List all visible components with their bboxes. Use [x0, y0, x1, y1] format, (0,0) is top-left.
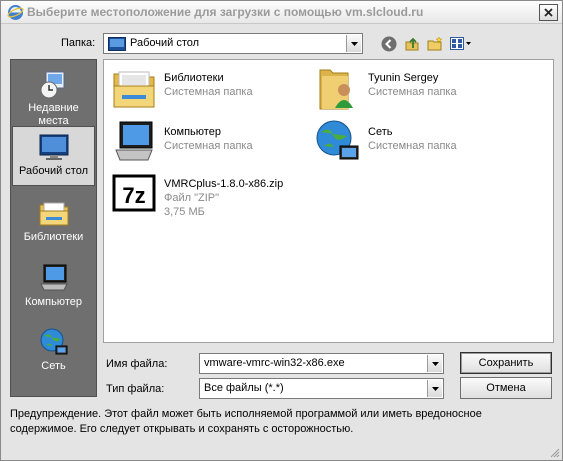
- new-folder-icon: [427, 36, 443, 51]
- file-name: Сеть: [368, 126, 393, 138]
- chevron-down-icon: [431, 361, 439, 366]
- chevron-down-icon: [350, 41, 358, 46]
- place-libraries[interactable]: Библиотеки: [12, 193, 95, 253]
- list-item[interactable]: Библиотеки Системная папка: [106, 64, 306, 112]
- list-item[interactable]: Компьютер Системная папка: [106, 118, 306, 166]
- filetype-label: Тип файла:: [106, 383, 165, 395]
- place-computer[interactable]: Компьютер: [12, 258, 95, 318]
- place-label: Недавние места: [28, 102, 79, 127]
- network-icon: [40, 328, 67, 355]
- place-label: Компьютер: [25, 296, 82, 308]
- archive-icon-text: 7z: [122, 183, 145, 208]
- file-type: Системная папка: [164, 140, 253, 152]
- computer-icon: [115, 121, 153, 161]
- view-menu-button[interactable]: [448, 34, 474, 54]
- file-type: Системная папка: [368, 86, 457, 98]
- close-icon: [544, 8, 553, 17]
- location-dropdown-button[interactable]: [346, 35, 361, 52]
- filename-value: vmware-vmrc-win32-x86.exe: [204, 357, 345, 369]
- back-button[interactable]: [379, 34, 399, 54]
- place-network[interactable]: Сеть: [12, 322, 95, 382]
- file-type: Системная папка: [164, 86, 253, 98]
- file-size: 3,75 МБ: [164, 206, 205, 218]
- recent-places-icon: [40, 71, 64, 99]
- file-name: VMRCplus-1.8.0-x86.zip: [164, 178, 284, 190]
- filename-label: Имя файла:: [106, 358, 168, 370]
- resize-grip-icon[interactable]: [549, 447, 560, 458]
- list-item[interactable]: Сеть Системная папка: [310, 118, 510, 166]
- internet-explorer-icon: [7, 5, 24, 20]
- cancel-button[interactable]: Отмена: [460, 377, 552, 399]
- libraries-icon: [39, 202, 68, 226]
- save-file-dialog: Выберите местоположение для загрузки с п…: [0, 0, 563, 461]
- close-button[interactable]: [539, 4, 558, 21]
- location-combobox[interactable]: Рабочий стол: [103, 33, 363, 54]
- security-warning: Предупреждение. Этот файл может быть исп…: [10, 408, 482, 435]
- filetype-select[interactable]: Все файлы (*.*): [199, 378, 444, 399]
- place-label: Сеть: [41, 360, 66, 372]
- file-list[interactable]: Библиотеки Системная папка Tyunin Sergey…: [103, 59, 554, 343]
- location-value: Рабочий стол: [130, 37, 200, 49]
- desktop-icon: [108, 37, 126, 51]
- filename-input[interactable]: vmware-vmrc-win32-x86.exe: [199, 353, 444, 374]
- filename-dropdown-button[interactable]: [427, 355, 442, 372]
- place-recent[interactable]: Недавние места: [12, 64, 95, 127]
- save-button[interactable]: Сохранить: [460, 352, 552, 374]
- file-name: Библиотеки: [164, 72, 224, 84]
- back-icon: [381, 36, 397, 52]
- computer-icon: [39, 264, 68, 291]
- list-item[interactable]: 7z VMRCplus-1.8.0-x86.zip Файл "ZIP" 3,7…: [106, 170, 306, 218]
- file-name: Tyunin Sergey: [368, 72, 439, 84]
- up-folder-button[interactable]: [402, 34, 422, 54]
- filetype-dropdown-button[interactable]: [427, 380, 442, 397]
- places-bar: Недавние места Рабочий стол Библиотеки К…: [10, 59, 97, 397]
- file-name: Компьютер: [164, 126, 221, 138]
- location-label: Папка:: [61, 37, 96, 49]
- file-type: Файл "ZIP": [164, 192, 220, 204]
- 7zip-archive-icon: 7z: [112, 174, 156, 212]
- network-icon: [316, 120, 359, 160]
- chevron-down-icon: [431, 386, 439, 391]
- desktop-icon: [39, 134, 68, 160]
- title-bar: Выберите местоположение для загрузки с п…: [1, 1, 562, 24]
- place-label: Библиотеки: [23, 231, 84, 243]
- view-menu-icon: [450, 37, 471, 50]
- window-title: Выберите местоположение для загрузки с п…: [27, 5, 424, 19]
- filetype-value: Все файлы (*.*): [204, 382, 284, 394]
- place-desktop[interactable]: Рабочий стол: [12, 126, 95, 186]
- libraries-icon: [113, 71, 155, 108]
- new-folder-button[interactable]: [425, 34, 445, 54]
- place-label: Рабочий стол: [18, 165, 89, 177]
- up-folder-icon: [405, 37, 419, 51]
- file-type: Системная папка: [368, 140, 457, 152]
- list-item[interactable]: Tyunin Sergey Системная папка: [310, 64, 510, 112]
- user-folder-icon: [319, 69, 353, 110]
